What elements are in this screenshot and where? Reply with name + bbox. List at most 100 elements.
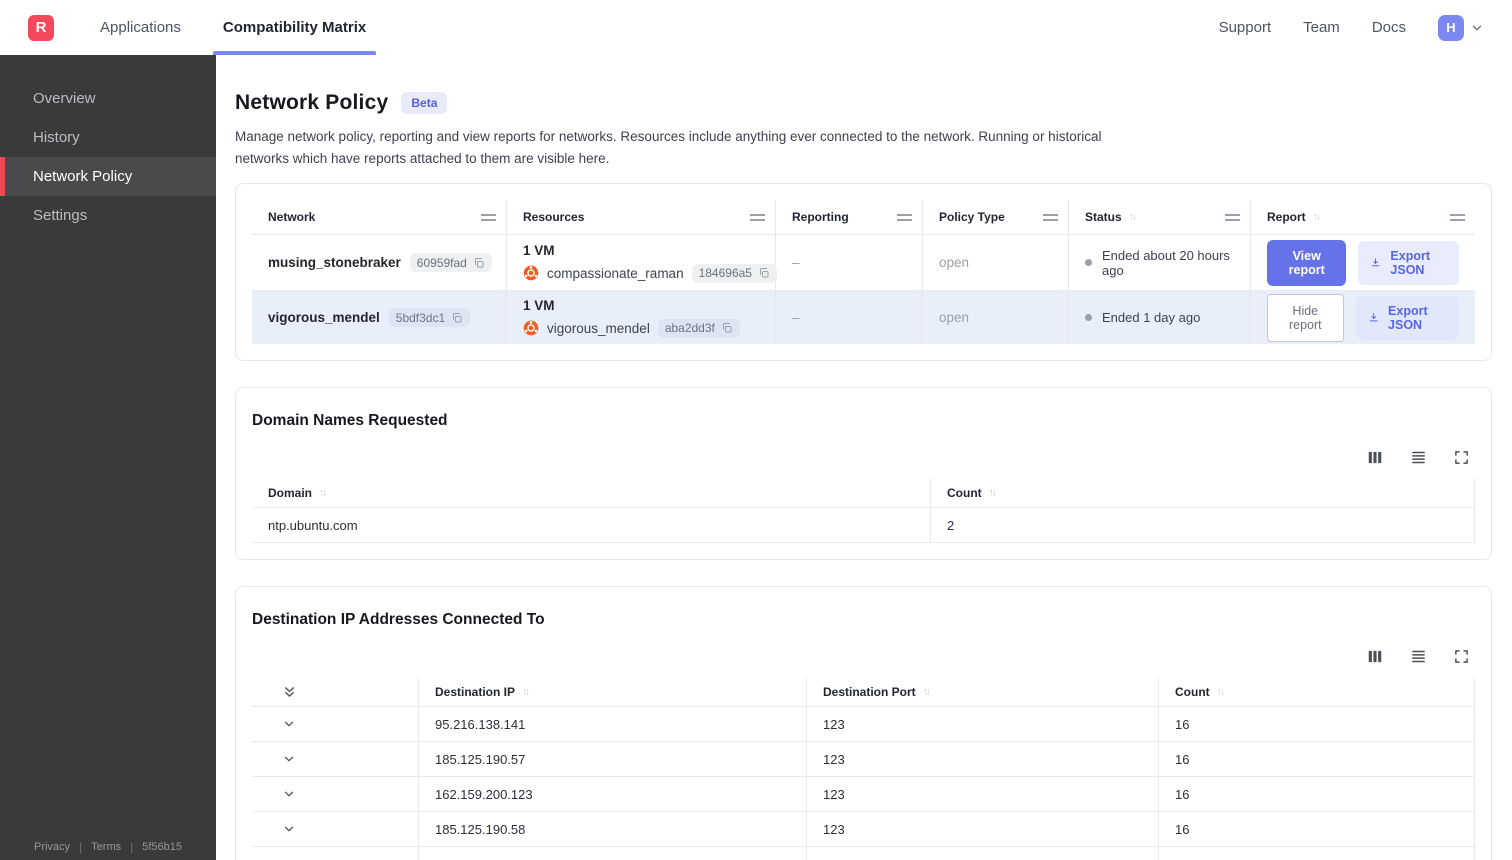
columns-icon[interactable]	[1367, 450, 1383, 465]
ip-cell: 95.216.138.141	[418, 707, 806, 742]
col-header-status[interactable]: Status ↑↓	[1069, 200, 1251, 235]
copy-icon[interactable]	[721, 322, 733, 334]
download-icon	[1372, 258, 1380, 267]
table-row-selected: vigorous_mendel 5bdf3dc1 1 VM vigorous_m…	[252, 290, 1475, 345]
row-expander[interactable]	[252, 777, 418, 811]
column-resize-handle-icon[interactable]	[750, 213, 765, 221]
hide-report-button[interactable]: Hide report	[1267, 293, 1344, 342]
nav-link-support[interactable]: Support	[1219, 19, 1272, 36]
col-header-resources[interactable]: Resources	[507, 200, 776, 235]
sidebar-item-overview[interactable]: Overview	[0, 79, 216, 118]
vm-name[interactable]: vigorous_mendel	[547, 321, 650, 336]
status-text: Ended about 20 hours ago	[1102, 247, 1230, 278]
row-expander[interactable]	[252, 812, 418, 846]
sort-icon[interactable]: ↑↓	[1217, 686, 1225, 697]
count-cell: 16	[1158, 812, 1474, 847]
column-resize-handle-icon[interactable]	[1450, 213, 1465, 221]
table-row: 95.216.138.141 123 16	[252, 706, 1474, 742]
resources-cell: 1 VM vigorous_mendel aba2dd3f	[507, 291, 776, 345]
nav-tab-compatibility-matrix[interactable]: Compatibility Matrix	[212, 0, 377, 55]
col-header-report[interactable]: Report ↑↓	[1251, 200, 1475, 234]
nav-link-team[interactable]: Team	[1303, 19, 1340, 36]
view-report-button[interactable]: View report	[1267, 239, 1347, 286]
vm-name[interactable]: compassionate_raman	[547, 266, 684, 281]
col-header-policy-type[interactable]: Policy Type	[923, 200, 1069, 235]
card-title: Domain Names Requested	[252, 412, 448, 430]
copy-icon[interactable]	[758, 267, 770, 279]
app-logo[interactable]: R	[28, 14, 54, 41]
double-chevron-down-icon[interactable]	[282, 684, 297, 700]
networks-table: Network Resources Reporting Policy Type …	[252, 200, 1475, 345]
beta-badge: Beta	[401, 92, 448, 114]
sort-icon[interactable]: ↑↓	[319, 487, 327, 498]
divider: |	[79, 840, 83, 854]
report-cell: Hide report Export JSON	[1251, 291, 1475, 344]
count-cell: 16	[1158, 707, 1474, 742]
policy-type-cell: open	[923, 291, 1069, 345]
fullscreen-icon[interactable]	[1454, 450, 1469, 465]
row-expander[interactable]	[252, 742, 418, 776]
copy-icon[interactable]	[451, 312, 463, 324]
chevron-down-icon[interactable]	[282, 752, 296, 766]
column-resize-handle-icon[interactable]	[1225, 213, 1240, 221]
network-cell: musing_stonebraker 60959fad	[252, 235, 507, 291]
port-cell: 123	[806, 847, 1158, 860]
col-header-destination-ip[interactable]: Destination IP ↑↓	[418, 678, 806, 707]
user-menu[interactable]: H	[1438, 14, 1484, 41]
col-header-destination-port[interactable]: Destination Port ↑↓	[806, 678, 1158, 707]
copy-icon[interactable]	[473, 257, 485, 269]
sort-icon[interactable]: ↑↓	[923, 686, 931, 697]
row-expander[interactable]	[252, 707, 418, 741]
status-dot	[1085, 314, 1092, 322]
columns-icon[interactable]	[1367, 649, 1383, 664]
terms-link[interactable]: Terms	[91, 841, 121, 853]
sidebar-item-history[interactable]: History	[0, 118, 216, 157]
chevron-down-icon[interactable]	[282, 787, 296, 801]
fullscreen-icon[interactable]	[1454, 649, 1469, 664]
sort-icon[interactable]: ↑↓	[1313, 211, 1321, 222]
privacy-link[interactable]: Privacy	[34, 841, 70, 853]
ip-cell: 95.216.100.21	[418, 847, 806, 860]
rows-density-icon[interactable]	[1410, 450, 1427, 465]
nav-right: Support Team Docs H	[1219, 0, 1484, 55]
row-expander[interactable]	[252, 847, 418, 860]
col-header-domain[interactable]: Domain ↑↓	[252, 479, 931, 508]
col-header-network[interactable]: Network	[252, 200, 507, 235]
column-resize-handle-icon[interactable]	[1043, 213, 1058, 221]
table-row: 95.216.100.21 123 16	[252, 846, 1474, 860]
top-navbar: R Applications Compatibility Matrix Supp…	[0, 0, 1512, 55]
sort-icon[interactable]: ↑↓	[989, 487, 997, 498]
nav-tab-applications[interactable]: Applications	[90, 0, 191, 55]
sort-icon[interactable]: ↑↓	[1129, 211, 1137, 222]
expand-all-header[interactable]	[252, 678, 418, 706]
primary-nav: Applications Compatibility Matrix	[90, 0, 398, 55]
chevron-down-icon[interactable]	[282, 822, 296, 836]
chevron-down-icon[interactable]	[282, 717, 296, 731]
col-header-count[interactable]: Count ↑↓	[931, 479, 1474, 507]
column-resize-handle-icon[interactable]	[897, 213, 912, 221]
sidebar-item-network-policy[interactable]: Network Policy	[0, 157, 216, 196]
status-dot	[1085, 259, 1092, 267]
col-header-reporting[interactable]: Reporting	[776, 200, 923, 235]
networks-card: Network Resources Reporting Policy Type …	[235, 183, 1492, 362]
count-cell: 16	[1158, 777, 1474, 812]
vm-id-pill[interactable]: 184696a5	[691, 263, 777, 283]
column-resize-handle-icon[interactable]	[481, 213, 496, 221]
ubuntu-icon	[523, 265, 539, 281]
destination-table-header: Destination IP ↑↓ Destination Port ↑↓ Co…	[252, 678, 1474, 707]
port-cell: 123	[806, 777, 1158, 812]
sidebar-item-settings[interactable]: Settings	[0, 196, 216, 235]
rows-density-icon[interactable]	[1410, 649, 1427, 664]
network-id-pill[interactable]: 60959fad	[409, 253, 492, 273]
nav-link-docs[interactable]: Docs	[1372, 19, 1406, 36]
network-id-pill[interactable]: 5bdf3dc1	[388, 308, 471, 328]
export-json-button[interactable]: Export JSON	[1355, 295, 1459, 340]
network-name: vigorous_mendel	[268, 310, 380, 326]
count-cell: 16	[1158, 847, 1474, 860]
avatar[interactable]: H	[1438, 14, 1464, 41]
vm-id-pill[interactable]: aba2dd3f	[657, 318, 740, 338]
sort-icon[interactable]: ↑↓	[522, 686, 530, 697]
export-json-button[interactable]: Export JSON	[1358, 240, 1459, 285]
resource-count: 1 VM	[523, 297, 555, 313]
col-header-count[interactable]: Count ↑↓	[1158, 678, 1474, 707]
